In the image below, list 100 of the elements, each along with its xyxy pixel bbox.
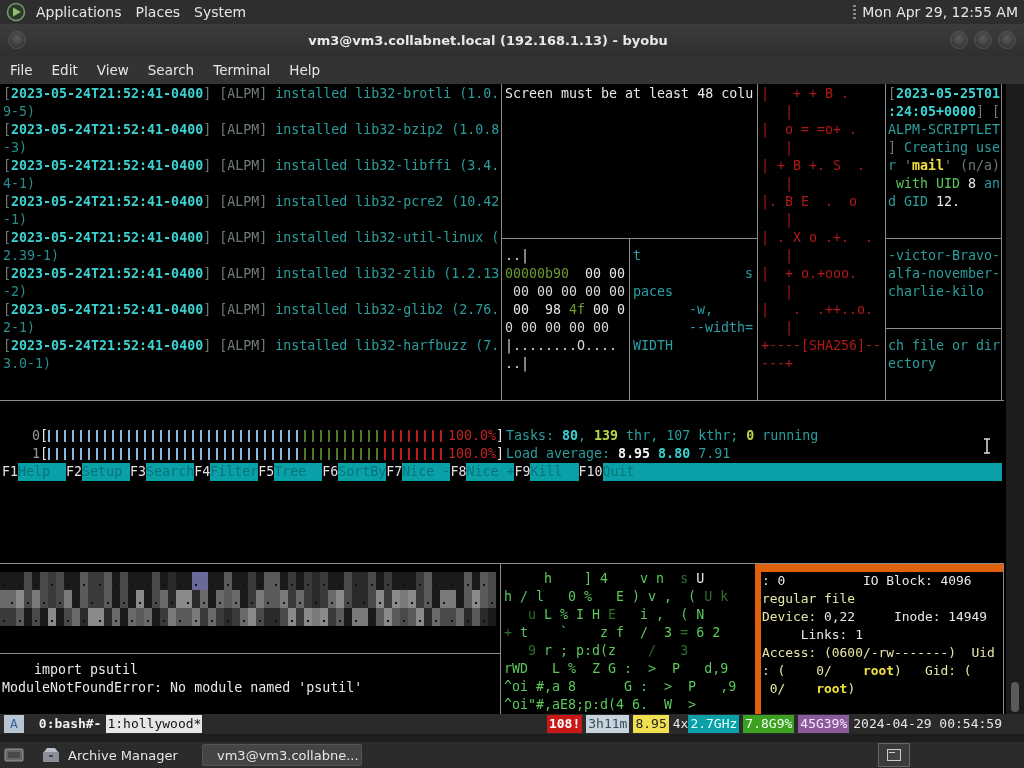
terminal-line: 2.39-1) [3,247,60,265]
terminal-line: + t ` z f / 3 = 6 2 [504,624,721,642]
terminal-line: WIDTH [633,337,674,355]
window-tab[interactable]: 1:hollywood* [106,715,203,733]
menu-item[interactable]: Edit [51,62,78,78]
terminal-line: Tasks: 80, 139 thr, 107 kthr; 0 running [506,427,819,445]
terminal-line: charlie-kilo [888,283,985,301]
terminal-line: ..| [505,247,530,265]
panel-menu[interactable]: Places [133,4,189,20]
terminal-line: regular file [762,590,856,608]
taskbar-button[interactable]: Archive Manager [36,744,196,766]
terminal-line: | + B +. S . [761,157,866,175]
terminal-line: [2023-05-24T21:52:41-0400] [ALPM] installed lib32-pcre2 (10.42 [3,193,500,211]
meter-bracket: ] [496,427,504,445]
terminal-line: Links: 1 [799,626,863,644]
archive-icon [42,747,60,763]
menu-item[interactable]: File [10,62,33,78]
function-key: F3 [130,463,147,481]
terminal-line: t [633,247,641,265]
terminal-line: Screen must be at least 48 colu [505,85,754,103]
cpu-reading: 100.0% [447,445,496,463]
terminal-line: | . .++..o. [761,301,874,319]
function-key: F9 [514,463,531,481]
taskbar-button[interactable]: vm3@vm3.collabne... [202,744,362,766]
workspace-switcher[interactable] [878,743,910,767]
window-icon [887,749,901,761]
terminal-line: 0/ root) [768,680,856,698]
terminal-line: ^oi"#,aE8;p:d(4 6. W > [504,696,697,714]
terminal-line: | [784,103,794,121]
terminal-line: 4-1) [3,175,36,193]
function-key: F8 [450,463,467,481]
function-key: F6 [322,463,339,481]
terminal-line: alfa-november- [888,265,1001,283]
terminal-line: | + o.+ooo. [761,265,858,283]
grip-icon [853,4,857,20]
cpu-label: 0 [32,427,40,445]
terminal-line: ] Creating use [888,139,1001,157]
terminal-line: |. B E . o [761,193,858,211]
terminal-line: --width= [688,319,754,337]
terminal-line: 00 98 4f 00 0 [512,301,626,319]
status-indicator: 45G39% [798,715,850,733]
panel-menu[interactable]: System [192,4,255,20]
terminal-line: r 'mail' (n/a) [888,157,1001,175]
terminal-line: -3) [3,139,28,157]
menu-item[interactable]: View [96,62,129,78]
terminal-line: with UID 8 an [895,175,1001,193]
scrollbar-thumb[interactable] [1011,682,1019,712]
status-indicator: 2024-04-29 00:54:59 [853,715,1002,733]
cpu-label: 1 [32,445,40,463]
status-indicator: 7.8G9% [743,715,795,733]
window-title: vm3@vm3.collabnet.local (192.168.1.13) - byobu [308,32,668,48]
panel-menu[interactable]: Applications [34,4,130,20]
terminal-line: Load average: 8.95 8.80 7.91 [506,445,731,463]
terminal-line: 00 00 00 00 00 [512,283,626,301]
terminal-line: ectory [888,355,937,373]
terminal-line: d GID 12. [888,193,961,211]
menu-item[interactable]: Terminal [213,62,271,78]
terminal-line: | [784,139,794,157]
close-button[interactable] [998,31,1016,49]
scrollbar[interactable] [1004,84,1024,714]
status-indicator: 3h11m [586,715,630,733]
terminal-line: [2023-05-24T21:52:41-0400] [ALPM] installed lib32-bzip2 (1.0.8 [3,121,500,139]
terminal-line: 3.0-1) [3,355,52,373]
terminal-line: paces [633,283,674,301]
terminal-line: [2023-05-24T21:52:41-0400] [ALPM] installed lib32-zlib (1.2.13 [3,265,500,283]
function-key: F7 [386,463,403,481]
terminal-line: : ( 0/ root) Gid: ( [762,662,972,680]
terminal-line: :24:05+0000] [ [888,103,1001,121]
terminal-line: [2023-05-24T21:52:41-0400] [ALPM] installed lib32-glib2 (2.76. [3,301,500,319]
terminal-line: 9 r ; p:d(z / 3 [527,642,689,660]
terminal-line: | . X o .+. . [761,229,874,247]
text-cursor-icon [983,438,991,454]
terminal-line: 00000b90 00 00 [505,265,626,283]
terminal-line: ch file or dir [888,337,1001,355]
minimize-button[interactable] [950,31,968,49]
terminal-line: 9-5) [3,103,36,121]
terminal-line: -1) [3,211,28,229]
maximize-button[interactable] [974,31,992,49]
terminal-line: | [784,283,794,301]
session-badge: A [4,715,24,733]
terminal-line: | [784,319,794,337]
terminal-line: 2-1) [3,319,36,337]
window-menu-button[interactable] [8,31,26,49]
show-desktop-icon[interactable] [4,747,24,763]
menu-item[interactable]: Search [147,62,195,78]
terminal-line: import psutil [33,661,139,679]
status-indicator: 2.7GHz [688,715,740,733]
function-key: F1 [2,463,18,481]
meter-bracket: [ [40,427,49,445]
window-tab[interactable]: 0:bash#- [37,715,103,733]
terminal-line: |........O.... [505,337,618,355]
clock[interactable]: Mon Apr 29, 12:55 AM [862,4,1020,20]
function-key: F4 [194,463,211,481]
terminal-line: | [784,211,794,229]
menu-item[interactable]: Help [289,62,321,78]
terminal-line: [2023-05-24T21:52:41-0400] [ALPM] installed lib32-harfbuzz (7. [3,337,500,355]
terminal-line: ..| [505,355,530,373]
logo-icon[interactable] [6,2,26,22]
terminal-line: +----[SHA256]-- [761,337,882,355]
terminal-line: Device: 0,22 Inode: 14949 [762,608,988,626]
